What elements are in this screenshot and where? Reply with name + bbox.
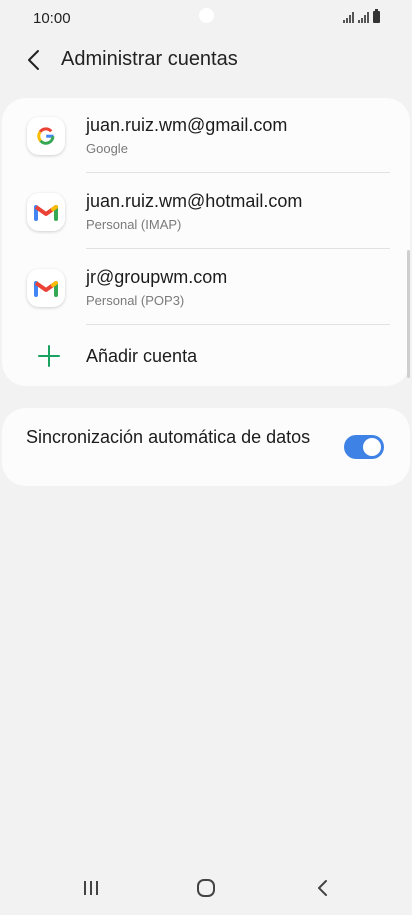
page-title: Administrar cuentas: [61, 48, 238, 70]
chevron-left-icon: [28, 50, 39, 70]
google-icon: [27, 117, 65, 155]
account-type: Google: [86, 141, 128, 156]
add-account-button[interactable]: Añadir cuenta: [2, 334, 410, 382]
account-item-hotmail[interactable]: juan.ruiz.wm@hotmail.com Personal (IMAP): [2, 174, 410, 250]
recent-apps-button[interactable]: [76, 873, 106, 903]
home-icon: [197, 879, 215, 897]
gmail-icon: [27, 269, 65, 307]
divider: [86, 172, 390, 173]
account-email: juan.ruiz.wm@gmail.com: [86, 115, 288, 135]
accounts-card: juan.ruiz.wm@gmail.com Google juan.ruiz.…: [2, 98, 410, 386]
auto-sync-label: Sincronización automática de datos: [26, 427, 311, 447]
camera-cutout: [199, 8, 214, 23]
home-button[interactable]: [191, 873, 221, 903]
account-item-gmail[interactable]: juan.ruiz.wm@gmail.com Google: [2, 98, 410, 174]
status-time: 10:00: [33, 10, 71, 27]
auto-sync-toggle[interactable]: [344, 435, 384, 459]
battery-icon: [373, 9, 380, 23]
status-icons: [343, 9, 380, 23]
cell-signal-icon: [358, 12, 369, 23]
plus-icon: [38, 345, 60, 367]
add-account-label: Añadir cuenta: [86, 346, 198, 366]
back-button[interactable]: [20, 46, 48, 74]
account-email: juan.ruiz.wm@hotmail.com: [86, 191, 303, 211]
account-item-groupwm[interactable]: jr@groupwm.com Personal (POP3): [2, 250, 410, 326]
toggle-knob: [363, 438, 381, 456]
nav-back-button[interactable]: [307, 873, 337, 903]
gmail-icon: [27, 193, 65, 231]
scrollbar[interactable]: [407, 250, 410, 378]
account-type: Personal (POP3): [86, 293, 185, 308]
header: Administrar cuentas: [0, 40, 412, 80]
recent-apps-icon: [84, 881, 98, 895]
account-type: Personal (IMAP): [86, 217, 182, 232]
auto-sync-row[interactable]: Sincronización automática de datos: [2, 408, 410, 486]
divider: [86, 324, 390, 325]
account-email: jr@groupwm.com: [86, 267, 228, 287]
navigation-bar: [0, 859, 412, 915]
wifi-signal-icon: [343, 12, 354, 23]
divider: [86, 248, 390, 249]
status-bar: 10:00: [0, 0, 412, 36]
back-icon: [318, 880, 327, 896]
